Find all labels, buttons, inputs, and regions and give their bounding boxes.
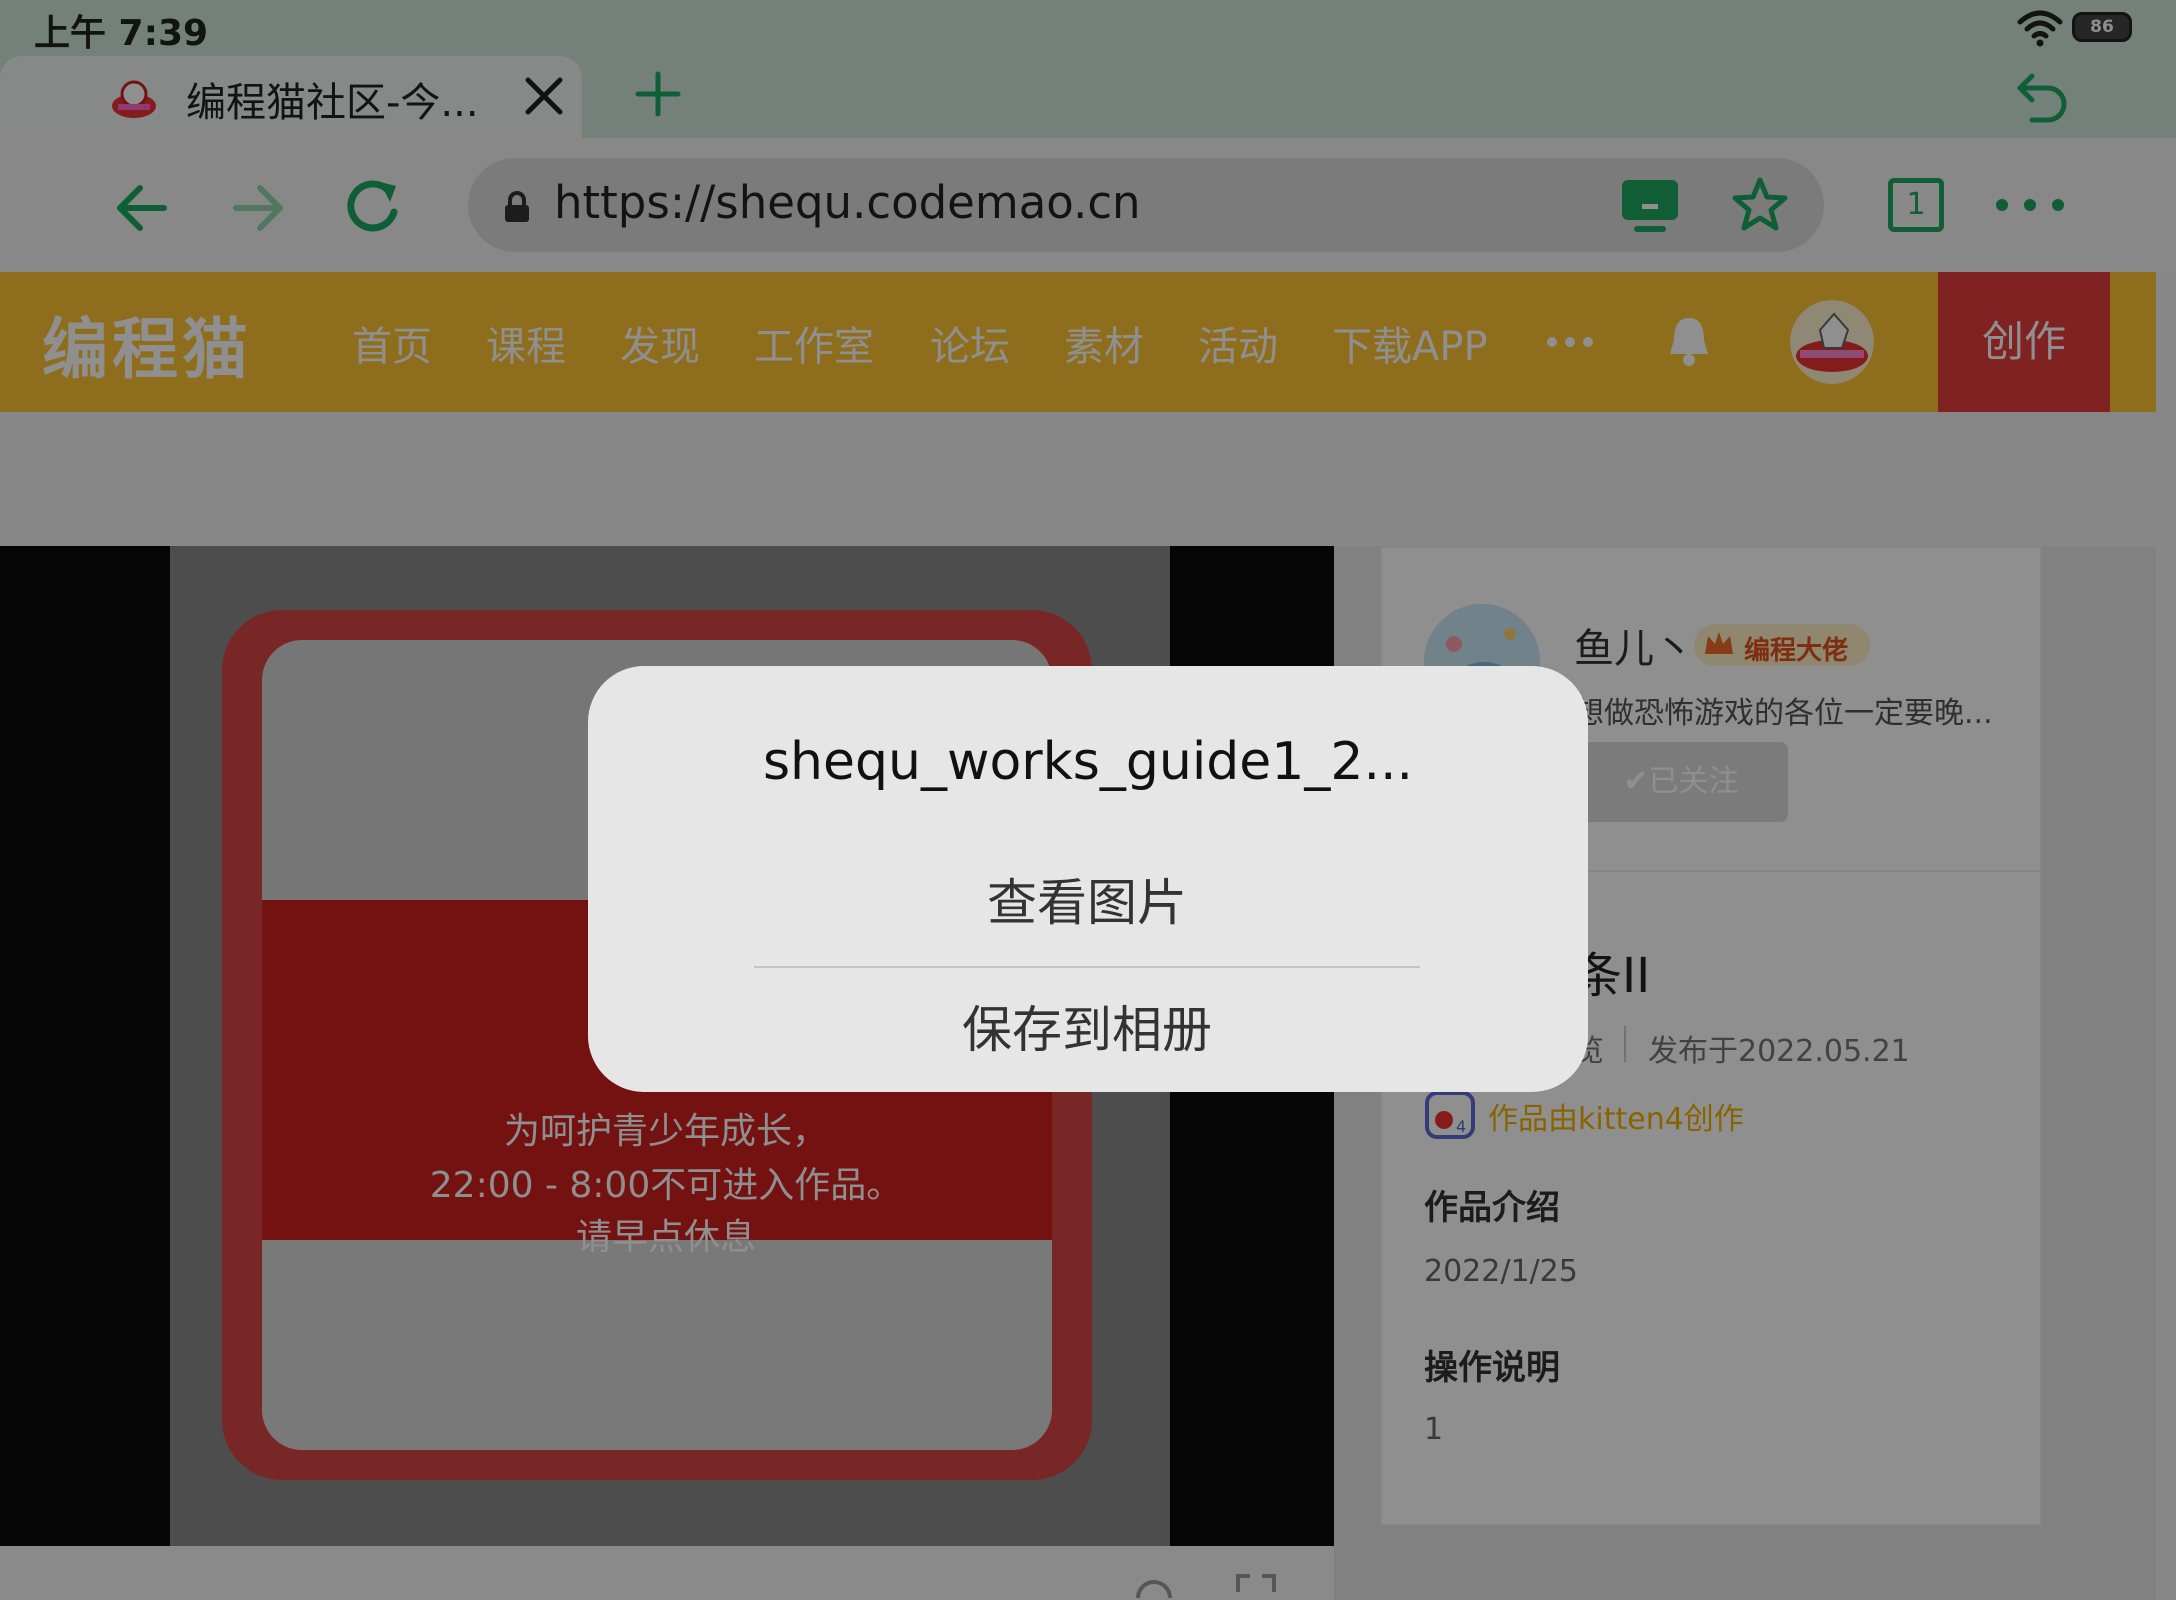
- save-to-album-option[interactable]: 保存到相册: [754, 968, 1420, 1080]
- view-image-option[interactable]: 查看图片: [754, 856, 1420, 966]
- dialog-title: shequ_works_guide1_2...: [762, 732, 1414, 792]
